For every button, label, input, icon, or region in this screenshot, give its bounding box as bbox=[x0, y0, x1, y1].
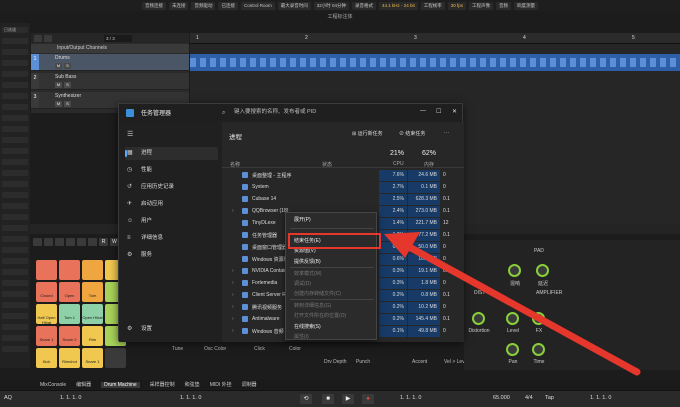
lower-tab[interactable]: 调制器 bbox=[242, 381, 257, 388]
end-position[interactable]: 1. 1. 1. 0 bbox=[590, 395, 611, 401]
lower-tab[interactable]: 和弦垫 bbox=[185, 381, 200, 388]
signature-field[interactable]: 4/4 bbox=[525, 395, 533, 401]
lower-tab[interactable]: 编辑器 bbox=[76, 381, 91, 388]
record-button[interactable]: ● bbox=[362, 394, 374, 404]
play-button[interactable]: ▶ bbox=[342, 394, 354, 404]
left-locator[interactable]: 1. 1. 1. 0 bbox=[60, 395, 81, 401]
project-cursor[interactable]: 1. 1. 1. 0 bbox=[180, 395, 201, 401]
lower-tab[interactable]: Drum Machine bbox=[101, 381, 140, 388]
lower-zone-tabs: MixConsole 编辑器 Drum Machine 采样器控制 和弦垫 MIDI 外挂… bbox=[0, 380, 680, 389]
tempo-field[interactable]: 65.000 bbox=[493, 395, 510, 401]
stop-button[interactable]: ■ bbox=[322, 394, 334, 404]
lower-tab[interactable]: MIDI 外挂 bbox=[210, 381, 232, 388]
cycle-button[interactable]: ⟲ bbox=[300, 394, 312, 404]
lower-tab[interactable]: MixConsole bbox=[40, 382, 66, 388]
tap-button[interactable]: Tap bbox=[545, 395, 554, 401]
lower-tab[interactable]: 采样器控制 bbox=[150, 381, 175, 388]
red-arrow-annotation bbox=[384, 232, 641, 376]
transport-bar: AQ 1. 1. 1. 0 1. 1. 1. 0 ⟲ ■ ▶ ● 1. 1. 1… bbox=[0, 390, 680, 407]
right-locator[interactable]: 1. 1. 1. 0 bbox=[400, 395, 421, 401]
aq-indicator[interactable]: AQ bbox=[4, 395, 12, 401]
